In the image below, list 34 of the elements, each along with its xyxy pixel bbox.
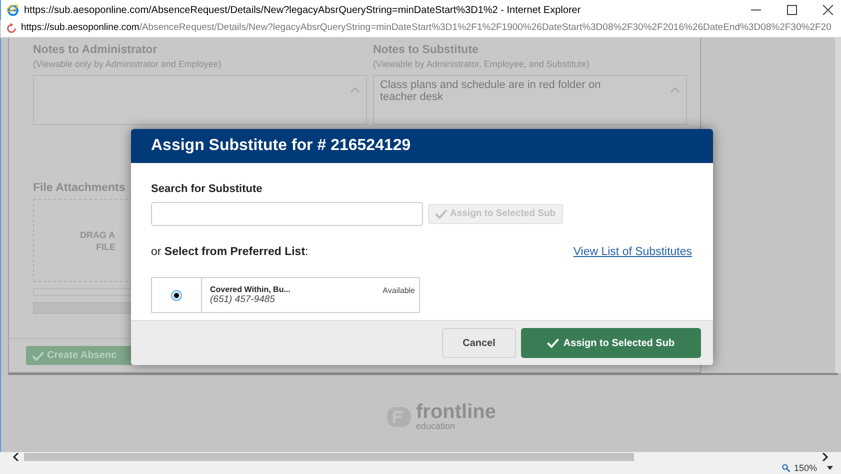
scroll-right-icon[interactable] xyxy=(821,453,829,461)
close-icon[interactable] xyxy=(823,5,833,15)
list-label: or Select from Preferred List: xyxy=(151,245,308,260)
checkmark-icon xyxy=(435,209,447,219)
radio-button[interactable] xyxy=(171,290,182,301)
maximize-icon[interactable] xyxy=(787,5,797,15)
checkmark-icon xyxy=(547,338,560,348)
substitute-phone: (651) 457-9485 xyxy=(210,294,276,306)
scroll-up-icon xyxy=(670,87,680,93)
checkmark-icon xyxy=(32,350,44,360)
cancel-button[interactable]: Cancel xyxy=(442,328,516,358)
availability-status: Available xyxy=(382,286,415,298)
notes-field[interactable]: Class plans and schedule are in red folder on teacher desk xyxy=(373,75,687,125)
browser-icon xyxy=(7,4,19,16)
field-label: File Attachments xyxy=(33,181,126,195)
window-title: https://sub.aesoponline.com/AbsenceRequest/Details/New?legacyAbsrQueryString=minDateStart%3D1%2 - Internet Explorer xyxy=(24,4,581,18)
scroll-left-icon[interactable] xyxy=(12,453,20,461)
field-hint: (Viewable by Administrator, Employee, and Substitute) xyxy=(373,58,590,70)
url-text: https://sub.aesoponline.com/AbsenceRequest/Details/New?legacyAbsrQueryString=minDateStart%3D1%2F1%2F1900%26DateStart%3D08%2F30%2F2016%26DateEnd%3D08%2F30%2F20 xyxy=(21,21,832,36)
scroll-up-icon xyxy=(350,87,360,93)
modal-title: Assign Substitute for # 216524129 xyxy=(151,136,411,156)
view-list-link[interactable]: View List of Substitutes xyxy=(573,244,692,262)
assign-button[interactable]: Assign to Selected Sub xyxy=(521,328,701,358)
address-bar[interactable]: https://sub.aesoponline.com/AbsenceRequest/Details/New?legacyAbsrQueryString=minDateStart%3D1%2F1%2F1900%26DateStart%3D08%2F30%2F2016%26DateEnd%3D08%2F30%2F20 xyxy=(0,20,841,38)
field-hint: (Viewable only by Administrator and Employee) xyxy=(33,58,222,70)
dropdown-caret-icon[interactable] xyxy=(827,466,833,470)
field-label: Notes to Substitute xyxy=(373,43,480,57)
logo-tagline: education xyxy=(416,420,456,430)
substitute-name: Covered Within, Bu... xyxy=(210,285,290,294)
zoom-icon[interactable] xyxy=(782,464,790,472)
search-label: Search for Substitute xyxy=(151,183,264,196)
refresh-icon[interactable] xyxy=(6,23,17,34)
field-label: Notes to Administrator xyxy=(33,43,158,57)
zoom-level: 150% xyxy=(794,464,817,472)
